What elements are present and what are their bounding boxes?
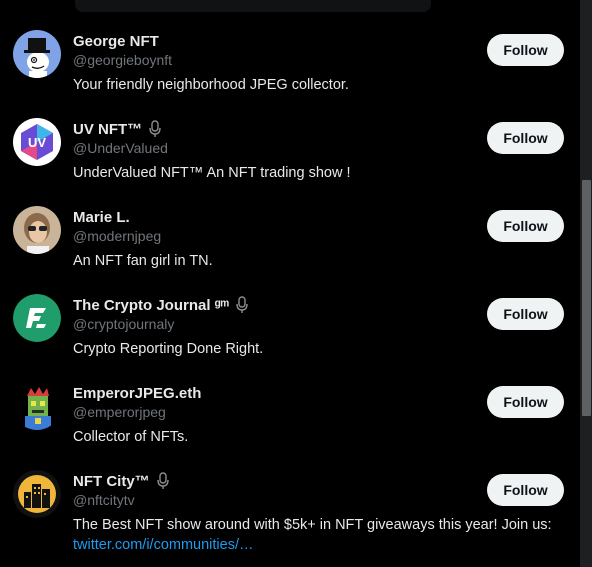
city-skyline-icon: [13, 470, 61, 518]
bio-link[interactable]: twitter.com/i/communities/…: [73, 537, 254, 553]
avatar[interactable]: [13, 382, 61, 430]
avatar[interactable]: UV: [13, 118, 61, 166]
account-name[interactable]: NFT City™: [73, 473, 150, 490]
uv-logo-icon: UV: [13, 118, 61, 166]
scrollbar-thumb[interactable]: [582, 180, 591, 416]
follow-button[interactable]: Follow: [487, 298, 564, 330]
microphone-icon: [149, 120, 161, 137]
account-handle[interactable]: @emperorjpeg: [73, 404, 166, 420]
list-item[interactable]: NFT City™ @nftcitytv The Best NFT show a…: [0, 468, 580, 556]
list-item[interactable]: UV UV NFT™ @UnderValued UnderValued NFT™…: [0, 116, 580, 204]
account-bio: Crypto Reporting Done Right.: [73, 341, 264, 357]
bio-text: The Best NFT show around with $5k+ in NF…: [73, 517, 552, 533]
account-bio: Collector of NFTs.: [73, 429, 189, 445]
name-line: EmperorJPEG.eth: [73, 383, 201, 403]
who-to-follow-list: George NFT @georgieboynft Your friendly …: [0, 28, 580, 556]
pixel-character-icon: [13, 382, 61, 430]
account-name[interactable]: UV NFT™: [73, 121, 142, 138]
follow-button[interactable]: Follow: [487, 34, 564, 66]
microphone-icon: [236, 296, 248, 313]
avatar[interactable]: [13, 294, 61, 342]
name-line: NFT City™: [73, 471, 170, 491]
follow-button[interactable]: Follow: [487, 474, 564, 506]
account-bio: The Best NFT show around with $5k+ in NF…: [73, 515, 553, 555]
list-item[interactable]: Marie L. @modernjpeg An NFT fan girl in …: [0, 204, 580, 292]
list-item[interactable]: George NFT @georgieboynft Your friendly …: [0, 28, 580, 116]
top-bar: [75, 0, 431, 12]
name-line: George NFT: [73, 31, 159, 51]
follow-button[interactable]: Follow: [487, 386, 564, 418]
avatar[interactable]: [13, 470, 61, 518]
follow-button[interactable]: Follow: [487, 122, 564, 154]
account-name[interactable]: Marie L.: [73, 209, 130, 226]
account-name[interactable]: EmperorJPEG.eth: [73, 385, 201, 402]
name-line: Marie L.: [73, 207, 130, 227]
account-handle[interactable]: @nftcitytv: [73, 492, 135, 508]
account-handle[interactable]: @UnderValued: [73, 140, 168, 156]
name-line: UV NFT™: [73, 119, 162, 139]
account-handle[interactable]: @cryptojournaly: [73, 316, 174, 332]
account-bio: An NFT fan girl in TN.: [73, 253, 213, 269]
account-name[interactable]: The Crypto Journal ᵍᵐ: [73, 297, 229, 314]
crypto-journal-logo-icon: [13, 294, 61, 342]
list-item[interactable]: The Crypto Journal ᵍᵐ @cryptojournaly Cr…: [0, 292, 580, 380]
avatar[interactable]: [13, 30, 61, 78]
person-photo-icon: [13, 206, 61, 254]
account-name[interactable]: George NFT: [73, 33, 159, 50]
account-bio: UnderValued NFT™ An NFT trading show !: [73, 165, 351, 181]
account-handle[interactable]: @georgieboynft: [73, 52, 172, 68]
top-hat-character-icon: [13, 30, 61, 78]
name-line: The Crypto Journal ᵍᵐ: [73, 295, 249, 315]
account-handle[interactable]: @modernjpeg: [73, 228, 161, 244]
list-item[interactable]: EmperorJPEG.eth @emperorjpeg Collector o…: [0, 380, 580, 468]
svg-text:UV: UV: [28, 135, 46, 150]
microphone-icon: [156, 472, 169, 489]
account-bio: Your friendly neighborhood JPEG collecto…: [73, 77, 349, 93]
follow-button[interactable]: Follow: [487, 210, 564, 242]
avatar[interactable]: [13, 206, 61, 254]
